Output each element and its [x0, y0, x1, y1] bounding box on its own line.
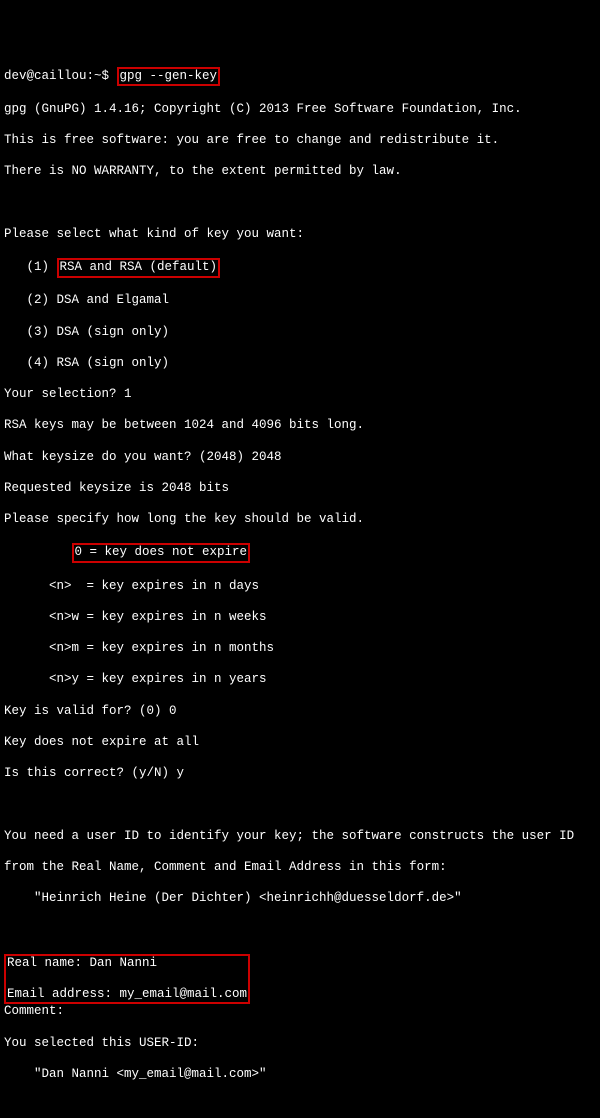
blank-line: [4, 196, 596, 212]
keytype-opt1: (1) RSA and RSA (default): [4, 258, 596, 278]
userid-intro2: from the Real Name, Comment and Email Ad…: [4, 860, 596, 876]
userid-email: Email address: my_email@mail.com: [7, 987, 247, 1003]
opt1-prefix: (1): [4, 260, 57, 274]
validity-prompt: Please specify how long the key should b…: [4, 512, 596, 528]
keytype-opt4: (4) RSA (sign only): [4, 356, 596, 372]
validity-optn: <n> = key expires in n days: [4, 579, 596, 595]
command-text: gpg --gen-key: [120, 69, 218, 83]
command-highlight: gpg --gen-key: [117, 67, 221, 87]
userid-intro1: You need a user ID to identify your key;…: [4, 829, 596, 845]
keytype-selection: Your selection? 1: [4, 387, 596, 403]
blank-line-2: [4, 797, 596, 813]
validity-optnw: <n>w = key expires in n weeks: [4, 610, 596, 626]
validity-input: Key is valid for? (0) 0: [4, 704, 596, 720]
userid-realname: Real name: Dan Nanni: [7, 956, 247, 972]
keysize-confirm: Requested keysize is 2048 bits: [4, 481, 596, 497]
userid-selected-value: "Dan Nanni <my_email@mail.com>": [4, 1067, 596, 1083]
userid-comment: Comment:: [4, 1004, 596, 1020]
userid-input-highlight: Real name: Dan Nanni Email address: my_e…: [4, 954, 250, 1005]
keytype-opt3: (3) DSA (sign only): [4, 325, 596, 341]
prompt-userhost: dev@caillou:~$: [4, 69, 109, 83]
opt1-text: RSA and RSA (default): [60, 260, 218, 274]
opt1-highlight: RSA and RSA (default): [57, 258, 221, 278]
blank-line-3: [4, 922, 596, 938]
validity-optny: <n>y = key expires in n years: [4, 672, 596, 688]
keysize-prompt: What keysize do you want? (2048) 2048: [4, 450, 596, 466]
prompt-line: dev@caillou:~$ gpg --gen-key: [4, 67, 596, 87]
header-line-2: This is free software: you are free to c…: [4, 133, 596, 149]
validity-correct: Is this correct? (y/N) y: [4, 766, 596, 782]
keytype-prompt: Please select what kind of key you want:: [4, 227, 596, 243]
validity-confirm: Key does not expire at all: [4, 735, 596, 751]
opt0-highlight: 0 = key does not expire: [72, 543, 251, 563]
header-line-3: There is NO WARRANTY, to the extent perm…: [4, 164, 596, 180]
userid-selected-intro: You selected this USER-ID:: [4, 1036, 596, 1052]
userid-example: "Heinrich Heine (Der Dichter) <heinrichh…: [4, 891, 596, 907]
keytype-opt2: (2) DSA and Elgamal: [4, 293, 596, 309]
opt0-text: 0 = key does not expire: [75, 545, 248, 559]
validity-optnm: <n>m = key expires in n months: [4, 641, 596, 657]
header-line-1: gpg (GnuPG) 1.4.16; Copyright (C) 2013 F…: [4, 102, 596, 118]
blank-line-4: [4, 1098, 596, 1114]
opt0-prefix: [4, 545, 72, 559]
keysize-range: RSA keys may be between 1024 and 4096 bi…: [4, 418, 596, 434]
validity-opt0: 0 = key does not expire: [4, 543, 596, 563]
